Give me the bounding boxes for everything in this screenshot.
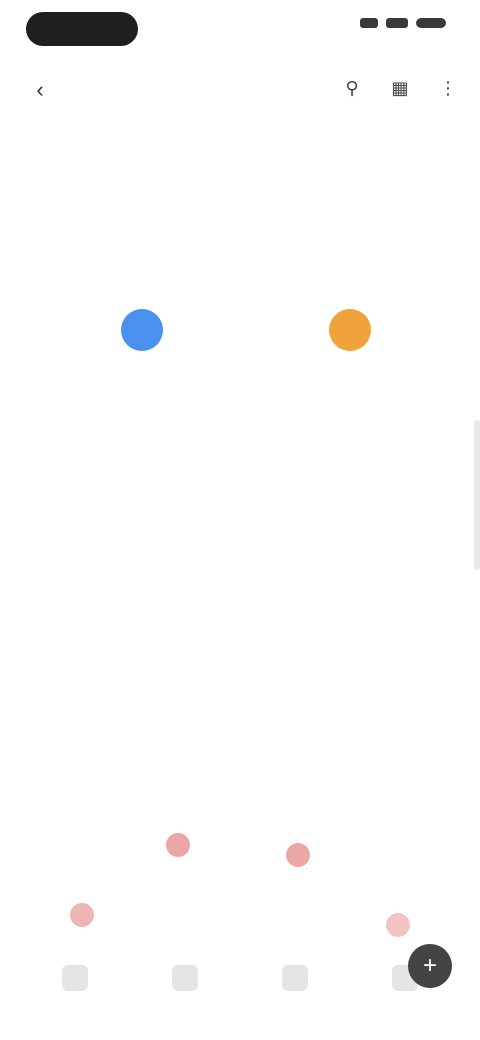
calendar-day[interactable]: [324, 536, 376, 595]
calendar-day[interactable]: [12, 359, 64, 418]
calendar-day[interactable]: [272, 300, 324, 359]
calendar-day[interactable]: [12, 477, 64, 536]
marker-1: [166, 833, 190, 857]
calendar-day[interactable]: [116, 477, 168, 536]
highlighted-day[interactable]: [324, 300, 376, 359]
calendar-day[interactable]: [12, 536, 64, 595]
calendar-day[interactable]: [220, 536, 272, 595]
signal-icon: [360, 18, 378, 28]
list-icon: [282, 965, 308, 991]
calendar-week-row: [12, 359, 468, 418]
calendar-day[interactable]: [168, 359, 220, 418]
calendar-day[interactable]: [168, 477, 220, 536]
calendar-week-row: [12, 300, 468, 359]
nav-item-3[interactable]: [282, 965, 308, 995]
calendar-day[interactable]: [12, 300, 64, 359]
calendar-day[interactable]: [116, 418, 168, 477]
calendar-day[interactable]: [272, 418, 324, 477]
day-number: [329, 308, 371, 351]
marker-area: [70, 833, 410, 937]
scrollbar[interactable]: [474, 420, 480, 570]
status-indicators: [360, 18, 446, 28]
tab-bar: [26, 140, 82, 149]
calendar-day[interactable]: [324, 418, 376, 477]
marker-4: [386, 913, 410, 937]
calendar-day[interactable]: [220, 300, 272, 359]
calendar-day[interactable]: [12, 418, 64, 477]
battery-icon: [416, 18, 446, 28]
calendar-day[interactable]: [64, 300, 116, 359]
calendar-grid: [12, 300, 468, 595]
calendar-day[interactable]: [220, 359, 272, 418]
calendar-day[interactable]: [220, 418, 272, 477]
marker-2: [286, 843, 310, 867]
status-bar: [0, 0, 480, 64]
app-bar: ‹ ⚲ ▦ ⋮: [0, 64, 480, 116]
calendar-day[interactable]: [220, 477, 272, 536]
nav-item-2[interactable]: [172, 965, 198, 995]
calendar-day[interactable]: [272, 359, 324, 418]
calendar-icon: [172, 965, 198, 991]
home-icon: [62, 965, 88, 991]
calendar-day[interactable]: [64, 418, 116, 477]
calendar-icon[interactable]: ▦: [384, 76, 416, 100]
calendar-day[interactable]: [324, 359, 376, 418]
calendar-day[interactable]: [64, 359, 116, 418]
calendar-week-row: [12, 477, 468, 536]
calendar-day[interactable]: [168, 536, 220, 595]
marker-3: [70, 903, 94, 927]
app-actions: ⚲ ▦ ⋮: [336, 76, 464, 100]
wifi-icon: [386, 18, 408, 28]
calendar-day[interactable]: [272, 477, 324, 536]
calendar-day[interactable]: [168, 418, 220, 477]
calendar-week-row: [12, 418, 468, 477]
plus-icon: +: [422, 952, 437, 979]
add-button[interactable]: +: [408, 944, 452, 988]
back-arrow-icon[interactable]: ‹: [26, 76, 54, 104]
calendar-week-row: [12, 536, 468, 595]
search-icon[interactable]: ⚲: [336, 76, 368, 100]
calendar-day[interactable]: [64, 477, 116, 536]
calendar-day[interactable]: [168, 300, 220, 359]
calendar-day[interactable]: [116, 359, 168, 418]
calendar-day[interactable]: [272, 536, 324, 595]
status-time: [26, 12, 138, 46]
calendar-day[interactable]: [116, 536, 168, 595]
bottom-nav: [0, 940, 480, 1020]
calendar-day[interactable]: [64, 536, 116, 595]
day-number: [121, 308, 163, 351]
calendar-day[interactable]: [324, 477, 376, 536]
more-icon[interactable]: ⋮: [432, 76, 464, 100]
nav-item-1[interactable]: [62, 965, 88, 995]
selected-day[interactable]: [116, 300, 168, 359]
